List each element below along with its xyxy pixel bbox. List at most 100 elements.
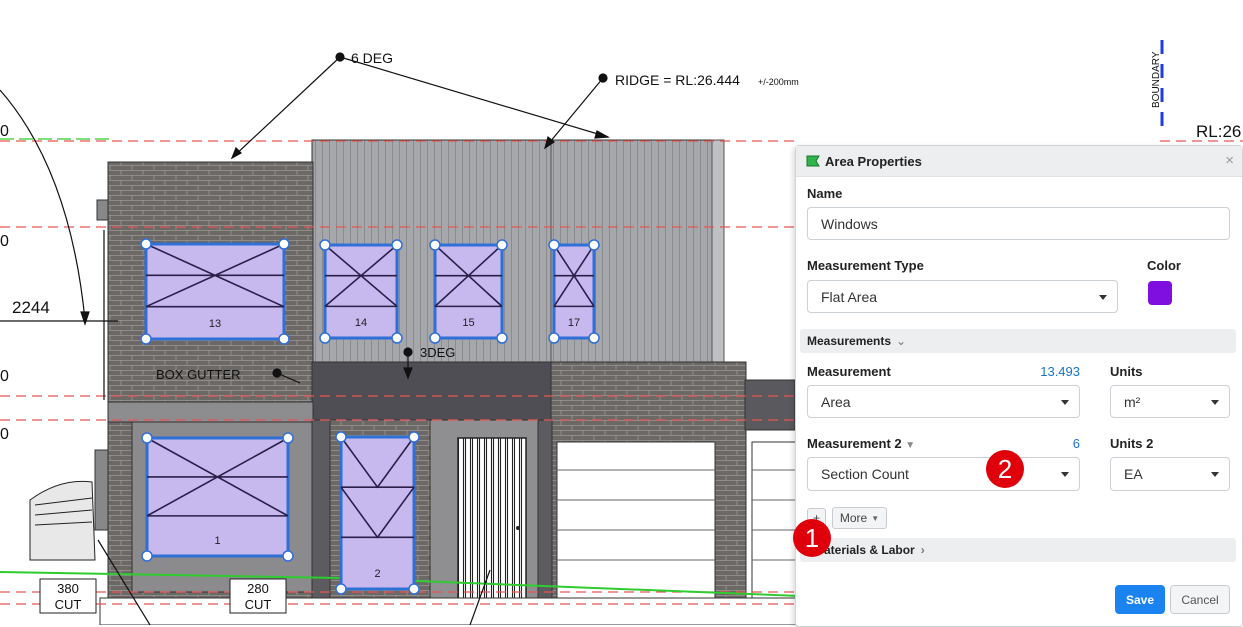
chevron-down-icon <box>1061 472 1069 477</box>
chevron-down-icon <box>1061 399 1069 405</box>
units-2-label: Units 2 <box>1110 436 1154 451</box>
units-2-select-value: EA <box>1124 466 1143 482</box>
name-input[interactable]: Windows <box>807 207 1230 240</box>
garage-door-1 <box>556 441 716 601</box>
measurement-type-value: Flat Area <box>821 288 878 305</box>
dimension-2244: 2244 <box>12 298 50 317</box>
window-number: 2 <box>374 568 380 580</box>
materials-labor-section-toggle[interactable]: aterials & Labor › <box>800 538 1236 562</box>
vertex-handle[interactable] <box>278 238 290 250</box>
ridge-label: RIDGE = RL:26.444 <box>615 72 740 88</box>
vertex-handle[interactable] <box>429 332 441 344</box>
vertex-handle[interactable] <box>391 332 403 344</box>
vertex-handle[interactable] <box>141 432 153 444</box>
cut-380-box: 380 CUT <box>39 578 97 614</box>
ridge-tolerance: +/-200mm <box>758 77 799 87</box>
measurement-2-select-value: Section Count <box>821 466 909 482</box>
measurement-2-select[interactable]: Section Count <box>807 457 1080 491</box>
vertex-handle[interactable] <box>140 333 152 345</box>
color-label: Color <box>1147 258 1181 273</box>
vertex-handle[interactable] <box>588 332 600 344</box>
measurement-select-value: Area <box>821 393 851 410</box>
measurement-value-number: 13.493 <box>1040 364 1080 379</box>
vertex-handle[interactable] <box>140 238 152 250</box>
window-area-14[interactable]: 14 <box>319 239 403 344</box>
vertex-handle[interactable] <box>282 432 294 444</box>
area-properties-panel: Area Properties × Name Windows Measureme… <box>795 145 1243 627</box>
more-button-label: More <box>839 511 868 525</box>
garage-door-2 <box>751 441 797 601</box>
measurement-type-select[interactable]: Flat Area <box>807 280 1118 313</box>
rl-edge-label: RL:26 <box>1196 122 1241 141</box>
cut-280-box: 280 CUT <box>229 578 287 614</box>
panel-header[interactable]: Area Properties <box>796 146 1242 177</box>
window-area-1[interactable]: 1 <box>141 432 294 562</box>
measurement-2-value-number: 6 <box>1072 436 1080 451</box>
measurements-section-toggle[interactable]: Measurements ⌄ <box>800 329 1236 353</box>
chevron-right-icon: › <box>920 543 925 557</box>
garage-lintel <box>311 361 553 421</box>
more-button[interactable]: More ▼ <box>832 507 887 529</box>
window-area-15[interactable]: 15 <box>429 239 508 344</box>
chevron-down-icon[interactable]: ▼ <box>905 440 915 451</box>
left-level-1: 0 <box>0 233 9 250</box>
window-area-13[interactable]: 13 <box>140 238 290 345</box>
window-number: 13 <box>209 318 221 330</box>
color-swatch[interactable] <box>1148 281 1172 305</box>
vertex-handle[interactable] <box>335 431 347 443</box>
chevron-down-icon <box>1211 399 1219 405</box>
vertex-handle[interactable] <box>408 431 420 443</box>
vertex-handle[interactable] <box>141 550 153 562</box>
window-area-17[interactable]: 17 <box>548 239 600 344</box>
svg-text:CUT: CUT <box>55 597 82 612</box>
measurement-select[interactable]: Area <box>807 385 1080 418</box>
window-number: 15 <box>462 317 474 329</box>
materials-labor-label: aterials & Labor <box>824 543 915 557</box>
six-deg-label: 6 DEG <box>351 50 393 66</box>
left-level-0: 0 <box>0 123 9 140</box>
vertex-handle[interactable] <box>319 239 331 251</box>
front-door <box>457 437 527 601</box>
window-number: 14 <box>355 317 367 329</box>
vertex-handle[interactable] <box>588 239 600 251</box>
window-area-2[interactable]: 2 <box>335 431 420 595</box>
measurement-type-label: Measurement Type <box>807 258 924 273</box>
units-select[interactable]: m² <box>1110 385 1230 418</box>
close-icon[interactable]: × <box>1225 152 1234 169</box>
chevron-down-icon: ▼ <box>871 513 880 523</box>
vertex-handle[interactable] <box>319 332 331 344</box>
svg-text:280: 280 <box>247 581 269 596</box>
vertex-handle[interactable] <box>278 333 290 345</box>
box-gutter-label: BOX GUTTER <box>156 367 241 382</box>
vertex-handle[interactable] <box>548 239 560 251</box>
left-level-3: 0 <box>0 426 9 443</box>
left-level-2: 0 <box>0 368 9 385</box>
window-number: 17 <box>568 317 580 329</box>
save-button[interactable]: Save <box>1115 585 1165 614</box>
name-label: Name <box>807 186 843 201</box>
vertex-handle[interactable] <box>429 239 441 251</box>
vertex-handle[interactable] <box>282 550 294 562</box>
measurement-label: Measurement <box>807 364 891 379</box>
chevron-down-icon <box>1099 294 1107 300</box>
area-flag-icon <box>806 155 820 167</box>
svg-text:CUT: CUT <box>245 597 272 612</box>
panel-title: Area Properties <box>825 153 922 169</box>
vertex-handle[interactable] <box>548 332 560 344</box>
chevron-down-icon: ⌄ <box>896 334 907 348</box>
step-badge-1: 1 <box>793 519 831 557</box>
vertex-handle[interactable] <box>496 239 508 251</box>
units-label: Units <box>1110 364 1143 379</box>
three-deg-label: 3DEG <box>420 345 455 360</box>
vertex-handle[interactable] <box>391 239 403 251</box>
cancel-button[interactable]: Cancel <box>1170 585 1230 614</box>
units-2-select[interactable]: EA <box>1110 457 1230 491</box>
measurement-2-label: Measurement 2 ▼ <box>807 436 916 451</box>
measurements-section-label: Measurements <box>807 334 892 348</box>
window-number: 1 <box>214 535 220 547</box>
vertex-handle[interactable] <box>408 583 420 595</box>
svg-text:380: 380 <box>57 581 79 596</box>
step-badge-2: 2 <box>986 450 1024 488</box>
vertex-handle[interactable] <box>335 583 347 595</box>
vertex-handle[interactable] <box>496 332 508 344</box>
